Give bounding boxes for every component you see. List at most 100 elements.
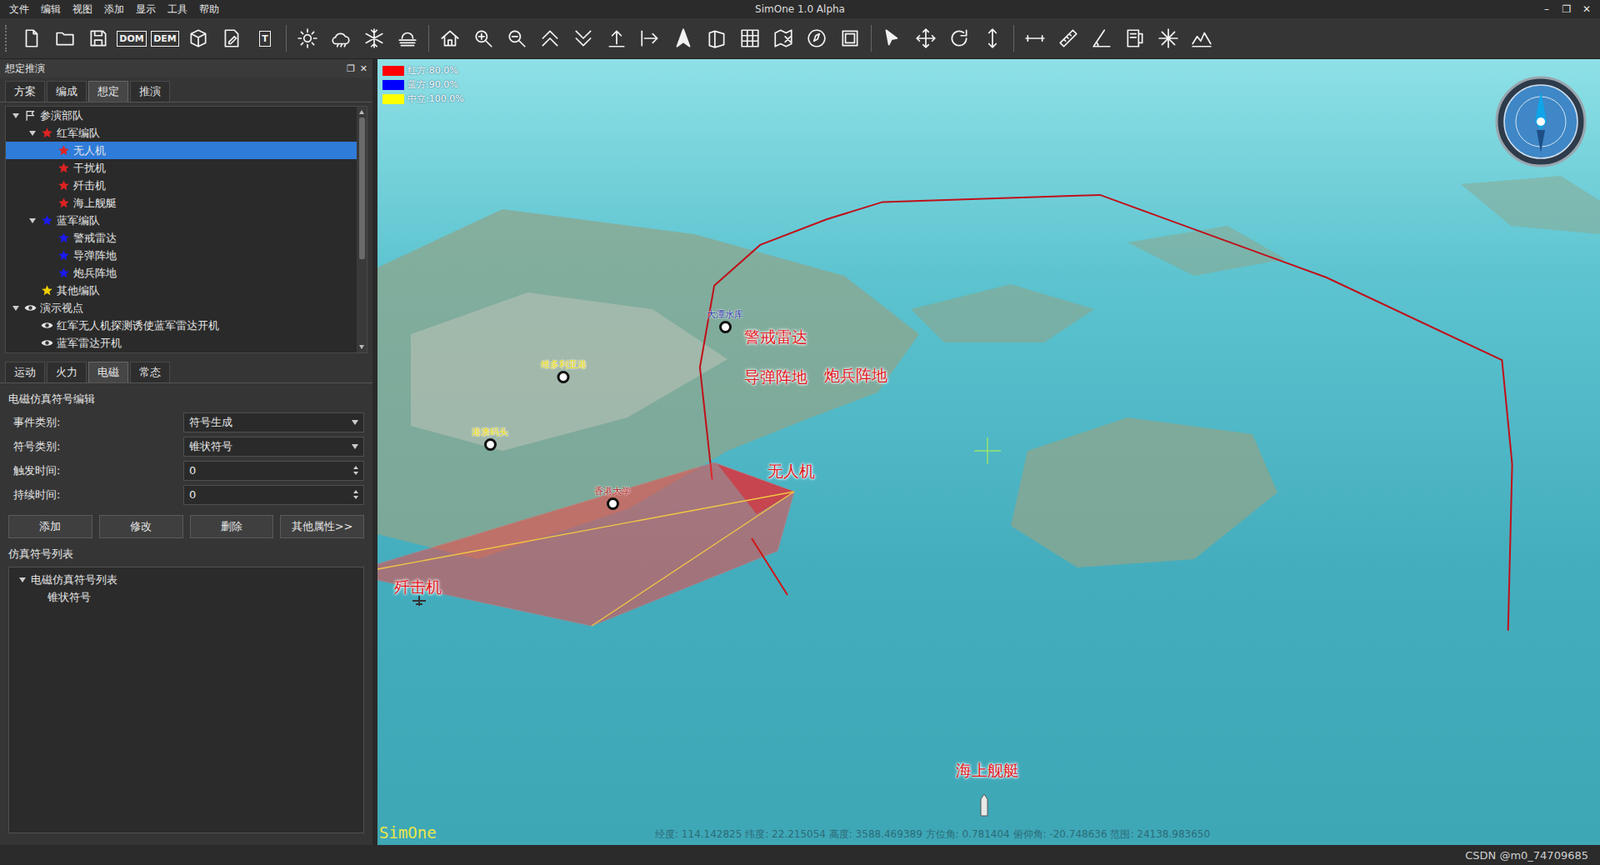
- window-control-button[interactable]: –: [1538, 3, 1555, 15]
- toolbar-button[interactable]: [635, 23, 665, 54]
- tree-toggle[interactable]: [17, 575, 28, 585]
- toolbar-button[interactable]: [877, 23, 908, 54]
- spinner-field[interactable]: 0: [183, 485, 365, 505]
- toolbar-button[interactable]: [83, 23, 114, 54]
- spin-up-icon[interactable]: [353, 490, 359, 494]
- toolbar-button[interactable]: [768, 23, 799, 54]
- toolbar-button[interactable]: [668, 23, 699, 54]
- toolbar-button[interactable]: [1186, 23, 1217, 54]
- window-control-button[interactable]: ❐: [1558, 3, 1575, 15]
- tree-item[interactable]: 红军编队: [5, 124, 357, 142]
- menu-item[interactable]: 文件: [3, 2, 35, 17]
- panel-control-button[interactable]: ✕: [360, 63, 368, 75]
- toolbar-button[interactable]: [359, 23, 390, 54]
- place-marker[interactable]: 香港大学: [594, 485, 631, 505]
- form-button[interactable]: 其他属性>>: [280, 515, 365, 539]
- spin-up-icon[interactable]: [353, 465, 359, 470]
- form-button[interactable]: 删除: [190, 515, 275, 539]
- toolbar-button[interactable]: [16, 23, 47, 54]
- window-control-button[interactable]: ✕: [1578, 3, 1595, 15]
- menu-item[interactable]: 工具: [161, 2, 194, 17]
- toolbar-button[interactable]: [910, 23, 941, 54]
- toolbar-grip[interactable]: [5, 25, 10, 52]
- tree-item[interactable]: 炮兵阵地: [5, 264, 357, 282]
- unit-label[interactable]: 歼击机: [394, 576, 442, 599]
- toolbar-button[interactable]: [501, 23, 532, 54]
- toolbar-text-button[interactable]: DOM: [116, 23, 147, 54]
- menu-item[interactable]: 视图: [66, 2, 99, 17]
- unit-label[interactable]: 警戒雷达: [744, 326, 808, 349]
- toolbar-button[interactable]: [1020, 23, 1050, 54]
- menu-item[interactable]: 显示: [130, 2, 162, 17]
- editor-tab[interactable]: 运动: [5, 361, 45, 383]
- toolbar-button[interactable]: [392, 23, 423, 54]
- scroll-down-icon[interactable]: [359, 345, 365, 350]
- tree-toggle[interactable]: [27, 215, 38, 226]
- panel-control-button[interactable]: ❐: [346, 63, 355, 75]
- toolbar-button[interactable]: [601, 23, 632, 54]
- panel-tab[interactable]: 方案: [5, 80, 45, 102]
- toolbar-button[interactable]: [183, 23, 214, 54]
- tree-scrollbar[interactable]: [356, 106, 367, 353]
- toolbar-button[interactable]: [292, 23, 323, 54]
- tree-item[interactable]: 演示视点: [5, 299, 357, 317]
- toolbar-button[interactable]: [325, 23, 356, 54]
- place-marker[interactable]: 维多利亚港: [540, 358, 587, 378]
- tree-item[interactable]: 蓝军编队: [5, 211, 357, 230]
- toolbar-button[interactable]: [435, 23, 465, 54]
- toolbar-button[interactable]: [50, 23, 80, 54]
- spinner-arrows[interactable]: [353, 465, 359, 475]
- menu-item[interactable]: 编辑: [35, 2, 67, 17]
- editor-tab[interactable]: 电磁: [88, 361, 129, 383]
- scroll-thumb[interactable]: [359, 117, 365, 260]
- toolbar-button[interactable]: [1086, 23, 1117, 54]
- compass-icon[interactable]: [1495, 75, 1587, 171]
- tree-item[interactable]: 海上舰艇: [5, 194, 357, 212]
- tree-item[interactable]: 蓝军雷达开机: [5, 334, 357, 352]
- toolbar-button[interactable]: [568, 23, 599, 54]
- editor-tab[interactable]: 常态: [130, 361, 170, 383]
- toolbar-button[interactable]: [1153, 23, 1184, 54]
- tree-item[interactable]: 无人机: [5, 141, 357, 160]
- toolbar-text-button[interactable]: DEM: [150, 23, 180, 54]
- symbol-list-item[interactable]: 电磁仿真符号列表: [9, 570, 364, 589]
- toolbar-button[interactable]: [944, 23, 975, 54]
- tree-toggle[interactable]: [27, 128, 38, 139]
- tree-toggle[interactable]: [10, 303, 21, 314]
- toolbar-button[interactable]: [216, 23, 247, 54]
- unit-label[interactable]: 海上舰艇: [955, 760, 1020, 782]
- toolbar-button[interactable]: [1120, 23, 1150, 54]
- place-marker[interactable]: 港澳码头: [471, 425, 509, 445]
- unit-label[interactable]: 导弹阵地: [744, 366, 808, 389]
- toolbar-button[interactable]: [835, 23, 865, 54]
- panel-tab[interactable]: 编成: [46, 80, 87, 102]
- place-marker[interactable]: 大潭水库: [706, 308, 744, 328]
- spin-down-icon[interactable]: [353, 495, 359, 500]
- map-view[interactable]: 红方:80.0% 蓝方:90.0% 中立:100.0% 大潭水库 维多利亚港 港…: [377, 59, 1600, 845]
- spinner-arrows[interactable]: [353, 490, 359, 500]
- tree-item[interactable]: 导弹阵地: [5, 246, 357, 265]
- toolbar-button[interactable]: [468, 23, 499, 54]
- tree-item[interactable]: 干扰机: [5, 159, 357, 177]
- unit-label[interactable]: 无人机: [767, 460, 815, 483]
- editor-tab[interactable]: 火力: [46, 361, 87, 383]
- toolbar-button[interactable]: [701, 23, 732, 54]
- form-button[interactable]: 修改: [99, 515, 184, 539]
- tree-toggle[interactable]: [10, 110, 21, 121]
- tree-item[interactable]: 参演部队: [5, 106, 357, 125]
- menu-item[interactable]: 帮助: [193, 2, 225, 17]
- tree-item[interactable]: 歼击机: [5, 176, 357, 195]
- panel-tab[interactable]: 推演: [130, 80, 170, 102]
- toolbar-button[interactable]: [977, 23, 1008, 54]
- toolbar-button[interactable]: [735, 23, 765, 54]
- dropdown-field[interactable]: 锥状符号: [183, 436, 365, 457]
- spin-down-icon[interactable]: [353, 471, 359, 475]
- symbol-list-item[interactable]: 锥状符号: [9, 588, 364, 606]
- toolbar-text-button[interactable]: T: [250, 23, 280, 54]
- panel-tab[interactable]: 想定: [88, 80, 129, 102]
- toolbar-button[interactable]: [1053, 23, 1084, 54]
- menu-item[interactable]: 添加: [98, 2, 130, 17]
- toolbar-button[interactable]: [801, 23, 832, 54]
- toolbar-button[interactable]: [535, 23, 565, 54]
- tree-item[interactable]: 红军无人机探测诱使蓝军雷达开机: [5, 316, 357, 335]
